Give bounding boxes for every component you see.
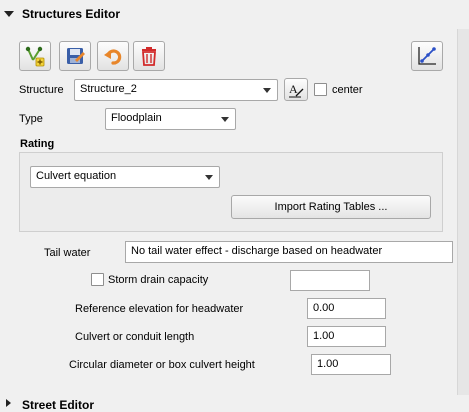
- svg-text:A: A: [289, 82, 298, 96]
- font-icon: A: [289, 82, 304, 97]
- type-label: Type: [19, 113, 43, 125]
- rating-title: Rating: [20, 138, 55, 150]
- undo-button[interactable]: [97, 41, 129, 71]
- structure-value: Structure_2: [80, 83, 137, 95]
- length-label: Culvert or conduit length: [75, 331, 195, 343]
- save-button[interactable]: [59, 41, 91, 71]
- ref-elev-label: Reference elevation for headwater: [75, 303, 244, 315]
- ref-elev-field[interactable]: 0.00: [307, 298, 386, 319]
- diameter-label: Circular diameter or box culvert height: [69, 359, 255, 371]
- chevron-down-icon: [205, 175, 213, 180]
- chevron-down-icon: [221, 117, 229, 122]
- rating-group: [19, 152, 443, 232]
- structure-select[interactable]: Structure_2: [74, 79, 278, 101]
- storm-drain-field[interactable]: [290, 270, 370, 291]
- save-icon: [67, 48, 85, 64]
- tail-water-label: Tail water: [44, 247, 91, 259]
- length-field[interactable]: 1.00: [307, 326, 386, 347]
- font-settings-button[interactable]: A: [284, 78, 308, 101]
- storm-drain-label: Storm drain capacity: [108, 274, 209, 286]
- schematize-button[interactable]: [411, 41, 443, 71]
- center-checkbox[interactable]: [314, 83, 327, 96]
- structure-label: Structure: [19, 84, 64, 96]
- delete-icon: [142, 47, 156, 66]
- scrollbar[interactable]: [457, 29, 469, 395]
- collapse-arrow-icon[interactable]: [4, 11, 14, 17]
- tail-water-field[interactable]: No tail water effect - discharge based o…: [125, 241, 453, 263]
- schematize-icon: [418, 47, 436, 65]
- delete-button[interactable]: [133, 41, 165, 71]
- import-rating-tables-button[interactable]: Import Rating Tables ...: [231, 195, 431, 219]
- type-value: Floodplain: [111, 112, 162, 124]
- add-structure-icon: [25, 46, 45, 67]
- type-select[interactable]: Floodplain: [105, 108, 236, 130]
- undo-icon: [104, 49, 122, 65]
- next-panel-title[interactable]: Street Editor: [22, 398, 94, 412]
- rating-method-select[interactable]: Culvert equation: [30, 166, 220, 188]
- rating-method-value: Culvert equation: [36, 170, 117, 182]
- add-structure-button[interactable]: [19, 41, 51, 71]
- chevron-down-icon: [263, 88, 271, 93]
- storm-drain-checkbox[interactable]: [91, 273, 104, 286]
- diameter-field[interactable]: 1.00: [311, 354, 391, 375]
- center-label: center: [332, 84, 363, 96]
- panel-title: Structures Editor: [22, 7, 121, 21]
